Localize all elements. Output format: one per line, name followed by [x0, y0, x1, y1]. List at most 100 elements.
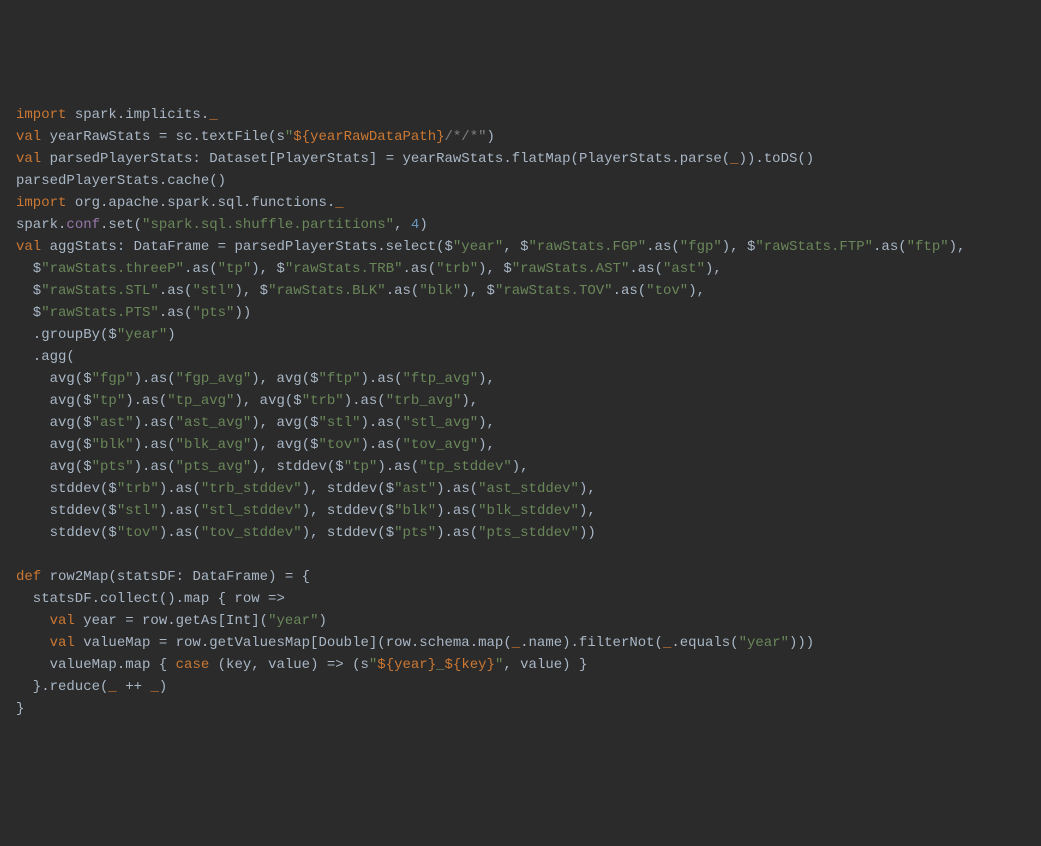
- code-token: .parse(: [671, 151, 730, 167]
- code-token: ${key}: [445, 657, 495, 673]
- code-token: "rawStats.FTP": [755, 239, 873, 255]
- code-token: ): [167, 327, 175, 343]
- code-token: "tov": [319, 437, 361, 453]
- code-line: .agg(: [16, 346, 1025, 368]
- code-line: stddev($"stl").as("stl_stddev"), stddev(…: [16, 500, 1025, 522]
- code-token: _: [512, 635, 520, 651]
- code-token: spark.implicits.: [75, 107, 209, 123]
- code-token: "ftp": [319, 371, 361, 387]
- code-token: )): [579, 525, 596, 541]
- code-token: "tp_stddev": [419, 459, 511, 475]
- code-token: "fgp": [680, 239, 722, 255]
- code-token: "rawStats.STL": [41, 283, 159, 299]
- code-token: ${yearRawDataPath}: [293, 129, 444, 145]
- code-token: "pts": [92, 459, 134, 475]
- code-token: val: [16, 129, 50, 145]
- code-token: "ast": [663, 261, 705, 277]
- code-token: conf: [66, 217, 100, 233]
- code-token: Int: [226, 613, 251, 629]
- code-token: _: [150, 679, 158, 695]
- code-token: PlayerStats: [276, 151, 368, 167]
- code-token: ).as(: [159, 503, 201, 519]
- code-token: .groupBy($: [16, 327, 117, 343]
- code-token: org.apache.spark.sql.functions.: [75, 195, 335, 211]
- code-token: import: [16, 195, 75, 211]
- code-token: "tp": [344, 459, 378, 475]
- code-token: ,: [394, 217, 411, 233]
- code-token: "year": [117, 327, 167, 343]
- code-token: ), $: [461, 283, 495, 299]
- code-token: ), $: [722, 239, 756, 255]
- code-token: ), $: [478, 261, 512, 277]
- code-token: = parsedPlayerStats.select($: [209, 239, 453, 255]
- code-token: ] = yearRawStats.flatMap(: [369, 151, 579, 167]
- code-token: ),: [579, 481, 596, 497]
- code-token: "tp_avg": [167, 393, 234, 409]
- code-token: val: [50, 635, 84, 651]
- code-token: ).as(: [134, 437, 176, 453]
- code-token: case: [176, 657, 218, 673]
- code-line: avg($"pts").as("pts_avg"), stddev($"tp")…: [16, 456, 1025, 478]
- code-token: ), avg($: [251, 437, 318, 453]
- code-token: ": [369, 657, 377, 673]
- code-token: "stl": [117, 503, 159, 519]
- code-token: ),: [579, 503, 596, 519]
- code-token: ): [419, 217, 427, 233]
- code-line: statsDF.collect().map { row =>: [16, 588, 1025, 610]
- code-token: )): [234, 305, 251, 321]
- code-token: _: [108, 679, 125, 695]
- code-token: year = row.getAs[: [83, 613, 226, 629]
- code-token: /*/*": [445, 129, 487, 145]
- code-token: ).as(: [134, 459, 176, 475]
- code-token: .name).filterNot(: [520, 635, 663, 651]
- code-token: val: [16, 151, 50, 167]
- code-token: avg($: [16, 459, 92, 475]
- code-token: .as(: [629, 261, 663, 277]
- code-token: =: [159, 129, 176, 145]
- code-line: avg($"blk").as("blk_avg"), avg($"tov").a…: [16, 434, 1025, 456]
- code-token: spark.: [16, 217, 66, 233]
- code-token: ),: [478, 437, 495, 453]
- code-token: .equals(: [671, 635, 738, 651]
- code-line: val year = row.getAs[Int]("year"): [16, 610, 1025, 632]
- code-token: "tov_stddev": [201, 525, 302, 541]
- code-token: (key, value) => (s: [218, 657, 369, 673]
- code-line: parsedPlayerStats.cache(): [16, 170, 1025, 192]
- code-token: avg($: [16, 415, 92, 431]
- code-token: )).toDS(): [739, 151, 815, 167]
- code-token: $: [16, 261, 41, 277]
- code-token: ).as(: [134, 415, 176, 431]
- code-token: [16, 635, 50, 651]
- code-token: "stl": [319, 415, 361, 431]
- code-token: , value) }: [503, 657, 587, 673]
- code-token: ), $: [234, 283, 268, 299]
- code-line: def row2Map(statsDF: DataFrame) = {: [16, 566, 1025, 588]
- code-token: $: [16, 283, 41, 299]
- code-token: "pts_stddev": [478, 525, 579, 541]
- code-line: val parsedPlayerStats: Dataset[PlayerSta…: [16, 148, 1025, 170]
- code-token: ).as(: [159, 525, 201, 541]
- code-token: "fgp_avg": [176, 371, 252, 387]
- code-token: "rawStats.BLK": [268, 283, 386, 299]
- code-token: "rawStats.TRB": [285, 261, 403, 277]
- code-token: "blk": [419, 283, 461, 299]
- code-token: .as(: [386, 283, 420, 299]
- code-line: avg($"ast").as("ast_avg"), avg($"stl").a…: [16, 412, 1025, 434]
- code-token: sc.textFile(s: [176, 129, 285, 145]
- code-line: stddev($"tov").as("tov_stddev"), stddev(…: [16, 522, 1025, 544]
- code-token: ": [495, 657, 503, 673]
- code-token: PlayerStats: [579, 151, 671, 167]
- code-token: ),: [478, 415, 495, 431]
- code-token: "year": [268, 613, 318, 629]
- code-token: ), $: [251, 261, 285, 277]
- code-token: val: [16, 239, 50, 255]
- code-token: "stl_stddev": [201, 503, 302, 519]
- code-token: ) = {: [268, 569, 310, 585]
- code-line: avg($"fgp").as("fgp_avg"), avg($"ftp").a…: [16, 368, 1025, 390]
- code-token: "trb": [117, 481, 159, 497]
- code-token: ++: [125, 679, 150, 695]
- code-token: "year": [453, 239, 503, 255]
- code-token: ).as(: [436, 503, 478, 519]
- code-token: "tov": [117, 525, 159, 541]
- code-token: def: [16, 569, 50, 585]
